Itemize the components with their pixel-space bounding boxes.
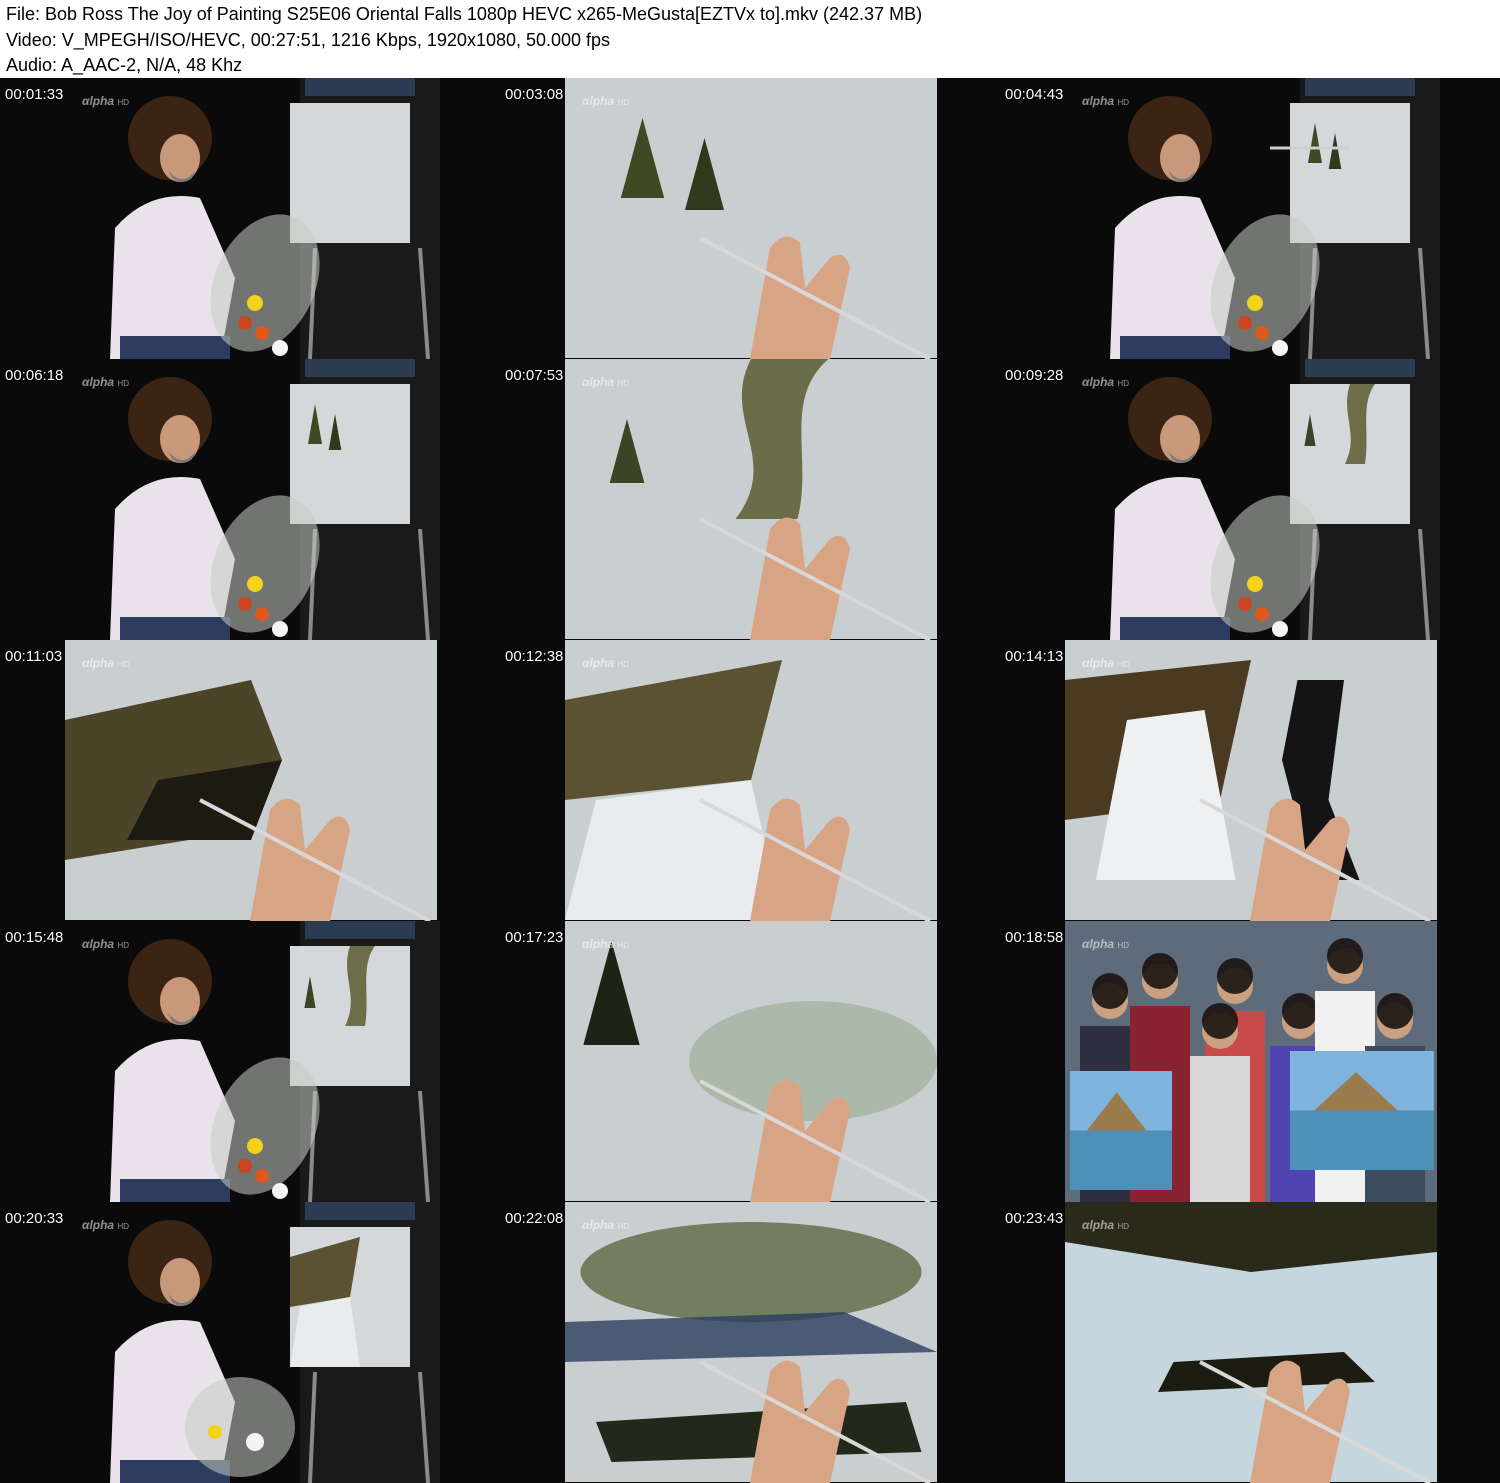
channel-logo-watermark: αlpha HD xyxy=(1082,94,1130,108)
thumbnail-grid: 00:01:33 αlpha HD 00:03:08 αlpha HD 00:04:43… xyxy=(0,78,1500,1483)
video-thumbnail: 00:14:13 αlpha HD xyxy=(1000,640,1500,921)
video-thumbnail: 00:20:33 αlpha HD xyxy=(0,1202,500,1483)
thumbnail-timestamp: 00:03:08 xyxy=(505,86,564,103)
video-thumbnail: 00:04:43 αlpha HD xyxy=(1000,78,1500,359)
thumbnail-timestamp: 00:09:28 xyxy=(1005,367,1064,384)
thumbnail-timestamp: 00:17:23 xyxy=(505,929,564,946)
video-thumbnail: 00:18:58 αlpha HD xyxy=(1000,921,1500,1202)
channel-logo-watermark: αlpha HD xyxy=(82,656,130,670)
video-thumbnail: 00:12:38 αlpha HD xyxy=(500,640,1000,921)
video-thumbnail: 00:03:08 αlpha HD xyxy=(500,78,1000,359)
video-thumbnail: 00:06:18 αlpha HD xyxy=(0,359,500,640)
channel-logo-watermark: αlpha HD xyxy=(582,656,630,670)
thumbnail-timestamp: 00:07:53 xyxy=(505,367,564,384)
channel-logo-watermark: αlpha HD xyxy=(82,937,130,951)
channel-logo-watermark: αlpha HD xyxy=(82,1218,130,1232)
channel-logo-watermark: αlpha HD xyxy=(1082,656,1130,670)
channel-logo-watermark: αlpha HD xyxy=(82,94,130,108)
channel-logo-watermark: αlpha HD xyxy=(1082,937,1130,951)
channel-logo-watermark: αlpha HD xyxy=(1082,375,1130,389)
channel-logo-watermark: αlpha HD xyxy=(582,1218,630,1232)
video-thumbnail: 00:17:23 αlpha HD xyxy=(500,921,1000,1202)
video-thumbnail: 00:15:48 αlpha HD xyxy=(0,921,500,1202)
video-info-line: Video: V_MPEGH/ISO/HEVC, 00:27:51, 1216 … xyxy=(6,30,611,50)
thumbnail-timestamp: 00:18:58 xyxy=(1005,929,1064,946)
thumbnail-timestamp: 00:06:18 xyxy=(5,367,64,384)
video-thumbnail: 00:09:28 αlpha HD xyxy=(1000,359,1500,640)
video-thumbnail: 00:23:43 αlpha HD xyxy=(1000,1202,1500,1483)
channel-logo-watermark: αlpha HD xyxy=(582,375,630,389)
video-thumbnail: 00:01:33 αlpha HD xyxy=(0,78,500,359)
video-thumbnail: 00:07:53 αlpha HD xyxy=(500,359,1000,640)
channel-logo-watermark: αlpha HD xyxy=(1082,1218,1130,1232)
video-thumbnail: 00:22:08 αlpha HD xyxy=(500,1202,1000,1483)
thumbnail-timestamp: 00:20:33 xyxy=(5,1210,64,1227)
thumbnail-timestamp: 00:01:33 xyxy=(5,86,64,103)
audio-info-line: Audio: A_AAC-2, N/A, 48 Khz xyxy=(6,55,243,75)
file-info-line: File: Bob Ross The Joy of Painting S25E0… xyxy=(6,4,923,24)
thumbnail-timestamp: 00:15:48 xyxy=(5,929,64,946)
channel-logo-watermark: αlpha HD xyxy=(582,937,630,951)
file-info-header: File: Bob Ross The Joy of Painting S25E0… xyxy=(0,0,1500,78)
thumbnail-timestamp: 00:11:03 xyxy=(5,648,63,665)
thumbnail-timestamp: 00:12:38 xyxy=(505,648,564,665)
thumbnail-timestamp: 00:22:08 xyxy=(505,1210,564,1227)
channel-logo-watermark: αlpha HD xyxy=(82,375,130,389)
channel-logo-watermark: αlpha HD xyxy=(582,94,630,108)
thumbnail-timestamp: 00:04:43 xyxy=(1005,86,1064,103)
video-thumbnail: 00:11:03 αlpha HD xyxy=(0,640,500,921)
thumbnail-timestamp: 00:23:43 xyxy=(1005,1210,1064,1227)
thumbnail-timestamp: 00:14:13 xyxy=(1005,648,1064,665)
